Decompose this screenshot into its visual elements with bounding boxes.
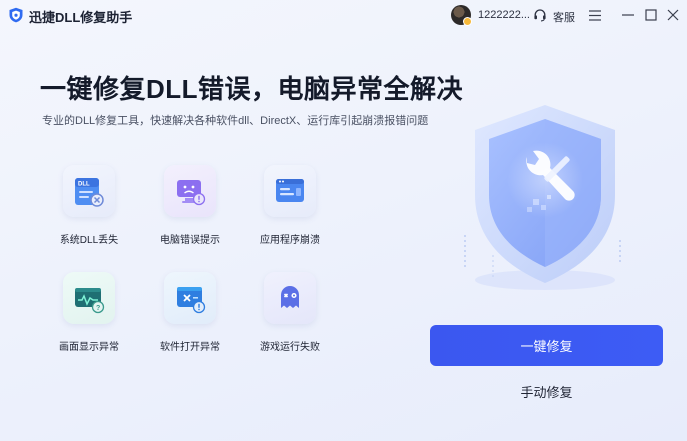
menu-button[interactable]: [586, 6, 604, 24]
feature-game-fail[interactable]: 游戏运行失败: [240, 272, 340, 362]
username[interactable]: 1222222...: [478, 9, 530, 21]
vip-badge-icon: [463, 17, 472, 26]
feature-label: 系统DLL丢失: [59, 235, 119, 246]
page-title: 一键修复DLL错误，电脑异常全解决: [40, 74, 464, 104]
close-button[interactable]: [664, 6, 682, 24]
minimize-button[interactable]: [619, 6, 637, 24]
app-logo-icon: [9, 7, 23, 23]
headset-icon[interactable]: [533, 8, 547, 22]
game-fail-icon: [281, 286, 299, 308]
feature-software-open[interactable]: 软件打开异常: [140, 272, 240, 362]
software-open-icon: [177, 287, 206, 314]
menu-icon: [589, 9, 601, 21]
feature-label: 画面显示异常: [59, 342, 119, 353]
feature-label: 游戏运行失败: [260, 342, 320, 353]
page-subtitle: 专业的DLL修复工具，快速解决各种软件dll、DirectX、运行库引起崩溃报错…: [42, 115, 429, 127]
svg-text:DLL: DLL: [78, 182, 90, 188]
feature-label: 软件打开异常: [160, 342, 220, 353]
maximize-icon: [645, 9, 657, 21]
feature-app-crash[interactable]: 应用程序崩溃: [240, 165, 340, 255]
minimize-icon: [622, 14, 634, 16]
dll-missing-icon: DLL: [75, 178, 104, 207]
title-bar: 迅捷DLL修复助手 1222222... 客服: [0, 0, 687, 30]
feature-dll-missing[interactable]: DLL 系统DLL丢失: [39, 165, 139, 255]
app-crash-icon: [276, 179, 304, 202]
feature-display-error[interactable]: ? 画面显示异常: [39, 272, 139, 362]
feature-error-prompt[interactable]: 电脑错误提示: [140, 165, 240, 255]
shield-wrench-illustration: [464, 105, 621, 290]
one-click-repair-button[interactable]: 一键修复: [430, 325, 663, 366]
app-title: 迅捷DLL修复助手: [29, 10, 133, 25]
display-error-icon: ?: [75, 288, 105, 314]
feature-label: 电脑错误提示: [160, 235, 220, 246]
support-label[interactable]: 客服: [553, 9, 575, 25]
feature-label: 应用程序崩溃: [260, 235, 320, 246]
manual-repair-button[interactable]: 手动修复: [430, 377, 663, 405]
error-prompt-icon: [177, 180, 206, 206]
maximize-button[interactable]: [642, 6, 660, 24]
close-icon: [667, 9, 679, 21]
svg-text:?: ?: [96, 305, 100, 312]
